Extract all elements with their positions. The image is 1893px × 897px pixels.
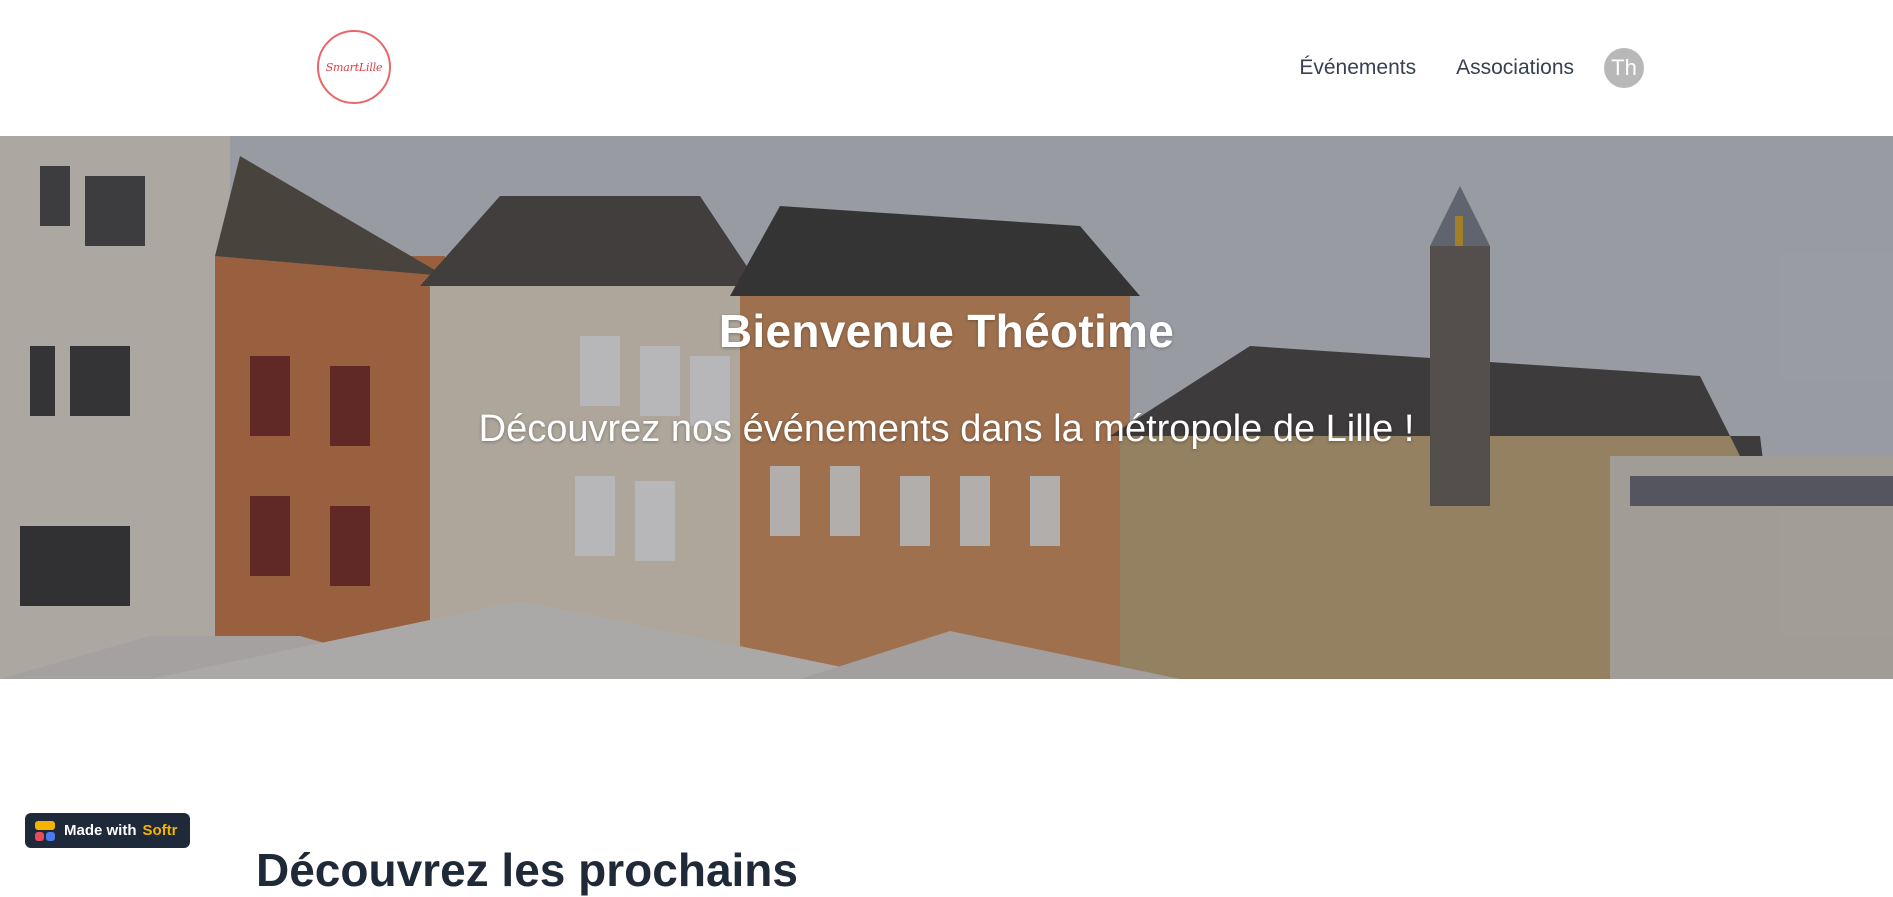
nav-associations[interactable]: Associations (1456, 56, 1574, 80)
site-header: SmartLille Événements Associations Th (0, 0, 1893, 136)
softr-logo-icon (35, 820, 55, 841)
hero-title: Bienvenue Théotime (718, 305, 1175, 357)
user-avatar[interactable]: Th (1604, 48, 1644, 88)
section-title: Découvrez les prochains (256, 844, 798, 896)
made-with-softr-badge[interactable]: Made with Softr (25, 813, 190, 848)
nav-events[interactable]: Événements (1299, 56, 1416, 80)
badge-brand-text: Softr (142, 822, 178, 839)
hero-subtitle: Découvrez nos événements dans la métropo… (478, 408, 1415, 450)
smartlille-logo[interactable]: SmartLille (317, 30, 391, 104)
main-nav: Événements Associations Th (1299, 48, 1644, 88)
badge-made-with-text: Made with (64, 822, 137, 839)
logo-text: SmartLille (325, 60, 383, 74)
hero-banner: Bienvenue Théotime Découvrez nos événeme… (0, 136, 1893, 679)
